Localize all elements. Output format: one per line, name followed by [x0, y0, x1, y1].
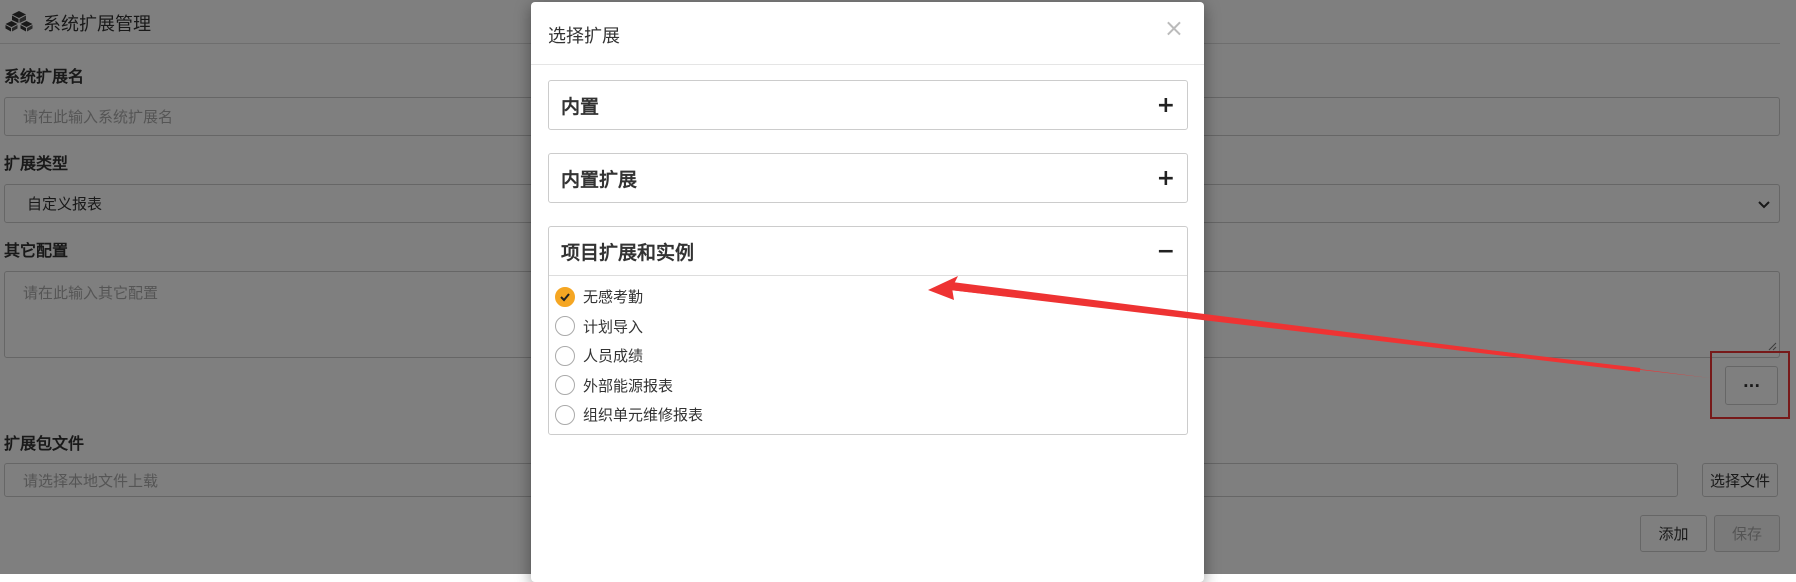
- select-extension-modal: 选择扩展 × 内置 + 内置扩展 + 项目扩展和实例 − 无感考勤 计划导入 人…: [531, 2, 1204, 582]
- expand-plus-icon[interactable]: +: [1157, 166, 1175, 191]
- radio-unchecked[interactable]: [555, 345, 575, 366]
- panel-title: 内置扩展: [561, 168, 638, 191]
- option-label: 组织单元维修报表: [583, 406, 704, 425]
- close-icon[interactable]: ×: [1164, 16, 1184, 40]
- radio-unchecked[interactable]: [555, 404, 575, 425]
- extension-options-list: 无感考勤 计划导入 人员成绩 外部能源报表 组织单元维修报表: [549, 275, 1187, 434]
- option-label: 人员成绩: [583, 347, 644, 366]
- panel-header-project-extensions[interactable]: 项目扩展和实例 −: [549, 227, 1187, 275]
- modal-header: 选择扩展 ×: [531, 2, 1204, 65]
- radio-unchecked[interactable]: [555, 375, 575, 396]
- collapse-minus-icon[interactable]: −: [1157, 239, 1175, 264]
- option-item[interactable]: 人员成绩: [555, 341, 1187, 371]
- panel-builtin: 内置 +: [548, 80, 1188, 130]
- panel-builtin-extensions: 内置扩展 +: [548, 153, 1188, 203]
- option-item[interactable]: 无感考勤: [555, 282, 1187, 312]
- panel-title: 内置: [561, 95, 600, 118]
- panel-project-extensions: 项目扩展和实例 − 无感考勤 计划导入 人员成绩 外部能源报表 组织单元维修报表: [548, 226, 1188, 435]
- panel-title: 项目扩展和实例: [561, 241, 695, 264]
- option-item[interactable]: 外部能源报表: [555, 371, 1187, 401]
- modal-title: 选择扩展: [548, 26, 620, 47]
- panel-header-builtin-extensions[interactable]: 内置扩展 +: [549, 154, 1187, 202]
- radio-unchecked[interactable]: [555, 316, 575, 337]
- option-label: 无感考勤: [583, 288, 644, 307]
- option-item[interactable]: 计划导入: [555, 312, 1187, 342]
- option-item[interactable]: 组织单元维修报表: [555, 400, 1187, 430]
- option-label: 外部能源报表: [583, 376, 674, 395]
- radio-checked[interactable]: [555, 286, 575, 307]
- panel-header-builtin[interactable]: 内置 +: [549, 81, 1187, 129]
- expand-plus-icon[interactable]: +: [1157, 93, 1175, 118]
- option-label: 计划导入: [583, 317, 644, 336]
- checkmark-icon: [560, 293, 570, 302]
